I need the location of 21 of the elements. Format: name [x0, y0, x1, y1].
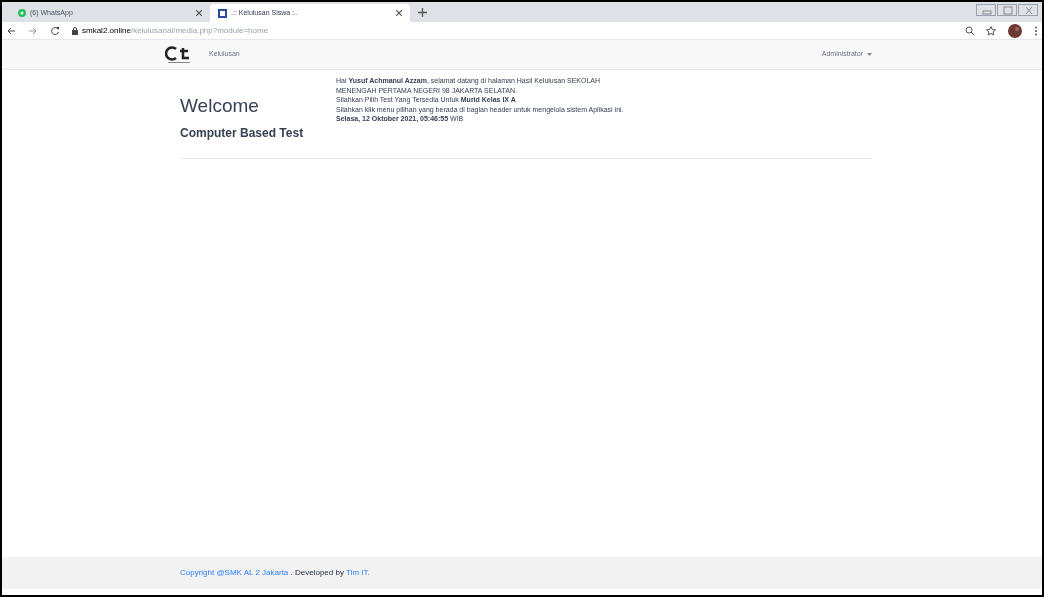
- menu-icon[interactable]: [1034, 25, 1038, 36]
- star-icon[interactable]: [986, 25, 996, 36]
- footer-text: Copyright @SMK AL 2 Jakarta . Developed by Tim IT.: [180, 567, 370, 579]
- logo-icon[interactable]: [165, 45, 193, 64]
- copyright-link[interactable]: Copyright @SMK AL 2 Jakarta: [180, 568, 289, 577]
- caret-icon: [867, 53, 872, 56]
- team-link[interactable]: Tim IT.: [346, 568, 370, 577]
- welcome-title: Welcome: [180, 94, 260, 118]
- reload-icon[interactable]: [50, 25, 60, 36]
- welcome-subtitle: Computer Based Test: [180, 124, 305, 142]
- close-tab-icon[interactable]: [396, 10, 402, 16]
- search-icon[interactable]: [965, 26, 974, 35]
- forward-icon[interactable]: [28, 25, 38, 36]
- back-icon[interactable]: [6, 25, 16, 36]
- site-icon: [218, 8, 227, 18]
- close-tab-icon[interactable]: [196, 10, 202, 16]
- lock-icon: [72, 26, 78, 35]
- new-tab-icon[interactable]: [418, 7, 427, 17]
- avatar-icon[interactable]: [1008, 23, 1022, 38]
- address-bar[interactable]: smkal2.online/kelulusanal/media.php?module=home: [72, 24, 953, 37]
- chat-icon: [18, 9, 26, 17]
